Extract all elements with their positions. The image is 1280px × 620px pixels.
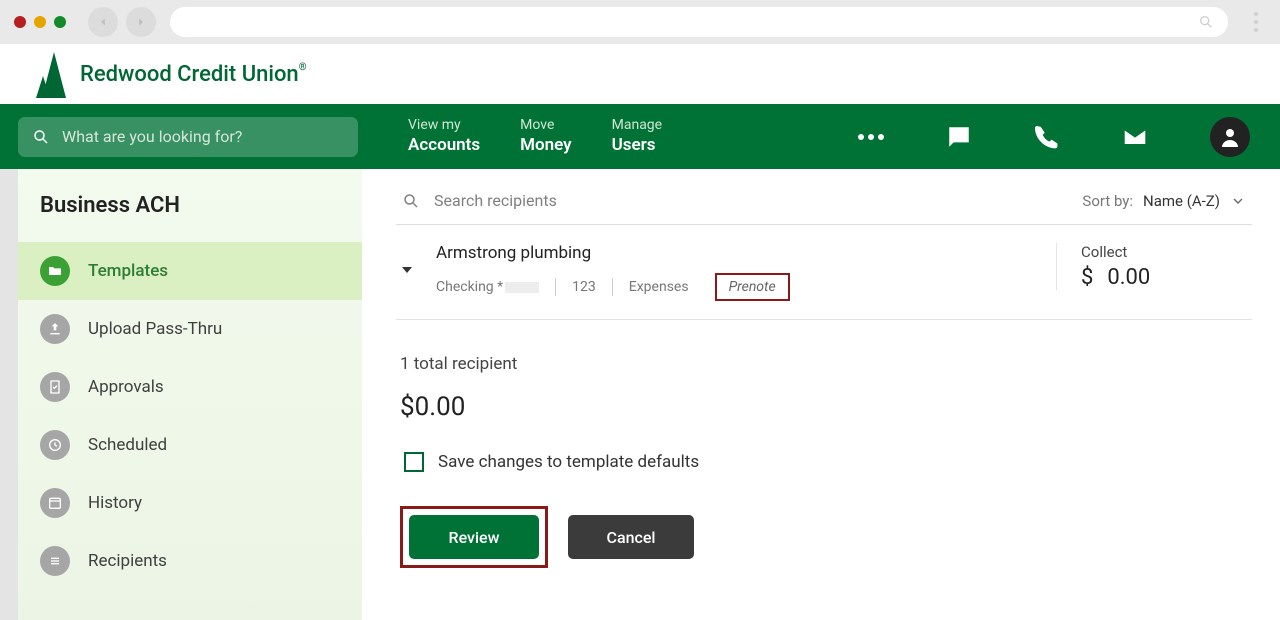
collect-value: 0.00 bbox=[1107, 265, 1150, 290]
sidebar-item-recipients[interactable]: Recipients bbox=[18, 532, 362, 590]
sidebar-item-label: Recipients bbox=[88, 551, 167, 571]
total-amount: $0.00 bbox=[400, 392, 1248, 422]
more-icon[interactable] bbox=[858, 134, 884, 140]
nav-money[interactable]: Move Money bbox=[520, 117, 571, 156]
browser-chrome bbox=[0, 0, 1280, 44]
nav-actions bbox=[858, 117, 1262, 157]
nav-items: View my Accounts Move Money Manage Users bbox=[408, 117, 662, 156]
folder-icon bbox=[40, 256, 70, 286]
account-code: 123 bbox=[556, 279, 612, 295]
recipient-meta: Checking * 123 Expenses Prenote bbox=[436, 273, 1056, 301]
sidebar-item-upload[interactable]: Upload Pass-Thru bbox=[18, 300, 362, 358]
main-content: Search recipients Sort by: Name (A-Z) Ar… bbox=[362, 169, 1280, 620]
phone-icon[interactable] bbox=[1034, 124, 1060, 150]
window-controls bbox=[14, 16, 66, 28]
total-count: 1 total recipient bbox=[400, 354, 1248, 374]
back-button[interactable] bbox=[88, 7, 118, 37]
user-icon bbox=[1218, 125, 1242, 149]
sidebar-item-label: History bbox=[88, 493, 142, 513]
mail-icon[interactable] bbox=[1122, 124, 1148, 150]
maximize-window[interactable] bbox=[54, 16, 66, 28]
nav-accounts[interactable]: View my Accounts bbox=[408, 117, 480, 156]
save-defaults-label: Save changes to template defaults bbox=[438, 452, 699, 472]
recipient-search-row: Search recipients Sort by: Name (A-Z) bbox=[396, 169, 1252, 225]
profile-button[interactable] bbox=[1210, 117, 1250, 157]
recipient-search-input[interactable]: Search recipients bbox=[434, 191, 1082, 210]
chevron-down-icon[interactable] bbox=[1230, 193, 1246, 209]
browser-menu[interactable] bbox=[1246, 12, 1266, 32]
prenote-flag: Prenote bbox=[715, 273, 790, 301]
chevron-right-icon bbox=[134, 15, 148, 29]
logo-text: Redwood Credit Union® bbox=[80, 62, 307, 87]
sidebar-item-scheduled[interactable]: Scheduled bbox=[18, 416, 362, 474]
primary-nav: What are you looking for? View my Accoun… bbox=[0, 104, 1280, 169]
minimize-window[interactable] bbox=[34, 16, 46, 28]
sidebar-title: Business ACH bbox=[18, 179, 362, 242]
forward-button[interactable] bbox=[126, 7, 156, 37]
sidebar-item-label: Approvals bbox=[88, 377, 164, 397]
sidebar-item-label: Upload Pass-Thru bbox=[88, 319, 222, 339]
nav-users[interactable]: Manage Users bbox=[612, 117, 662, 156]
chevron-left-icon bbox=[96, 15, 110, 29]
check-icon bbox=[40, 372, 70, 402]
sidebar-item-templates[interactable]: Templates bbox=[18, 242, 362, 300]
sidebar-item-history[interactable]: History bbox=[18, 474, 362, 532]
address-bar[interactable] bbox=[170, 7, 1228, 37]
global-search[interactable]: What are you looking for? bbox=[18, 117, 358, 157]
chat-icon[interactable] bbox=[946, 124, 972, 150]
list-icon bbox=[40, 546, 70, 576]
search-icon bbox=[402, 192, 420, 210]
search-icon bbox=[32, 128, 50, 146]
account-category: Expenses bbox=[613, 279, 705, 295]
cancel-button[interactable]: Cancel bbox=[568, 515, 694, 559]
collect-label: Collect bbox=[1081, 243, 1246, 261]
recipient-name: Armstrong plumbing bbox=[436, 243, 1056, 263]
recipient-row[interactable]: Armstrong plumbing Checking * 123 Expens… bbox=[396, 225, 1252, 320]
sidebar-item-label: Templates bbox=[88, 261, 168, 281]
sidebar-item-approvals[interactable]: Approvals bbox=[18, 358, 362, 416]
search-icon bbox=[1198, 14, 1214, 30]
close-window[interactable] bbox=[14, 16, 26, 28]
sort-label: Sort by: bbox=[1082, 192, 1133, 210]
clock-icon bbox=[40, 430, 70, 460]
expand-arrow-icon[interactable] bbox=[402, 267, 412, 273]
global-search-placeholder: What are you looking for? bbox=[62, 127, 242, 146]
sort-select[interactable]: Name (A-Z) bbox=[1143, 192, 1220, 210]
review-button[interactable]: Review bbox=[409, 515, 539, 559]
currency-symbol: $ bbox=[1081, 265, 1093, 290]
site-header: Redwood Credit Union® bbox=[0, 44, 1280, 104]
account-type: Checking * bbox=[436, 279, 555, 295]
calendar-icon bbox=[40, 488, 70, 518]
recipient-amount: Collect $ 0.00 bbox=[1056, 243, 1246, 290]
review-highlight: Review bbox=[400, 506, 548, 568]
upload-icon bbox=[40, 314, 70, 344]
sidebar: Business ACH Templates Upload Pass-Thru … bbox=[0, 169, 362, 620]
logo-icon bbox=[36, 50, 70, 98]
sidebar-item-label: Scheduled bbox=[88, 435, 167, 455]
save-defaults-checkbox[interactable] bbox=[404, 452, 424, 472]
